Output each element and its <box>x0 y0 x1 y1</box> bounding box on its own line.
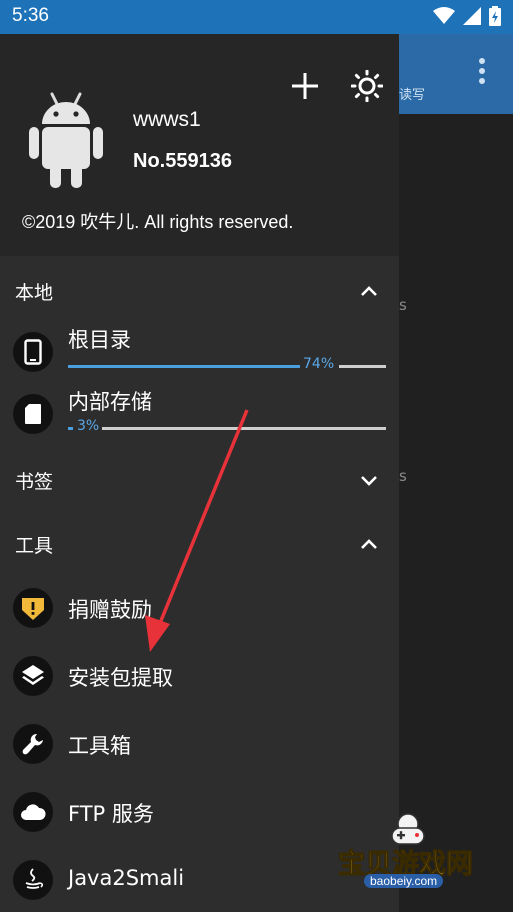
annotation-arrow <box>145 409 249 652</box>
watermark-logo: 宝贝游戏网 baobeiy.com <box>336 812 486 892</box>
watermark-url: baobeiy.com <box>364 874 444 888</box>
